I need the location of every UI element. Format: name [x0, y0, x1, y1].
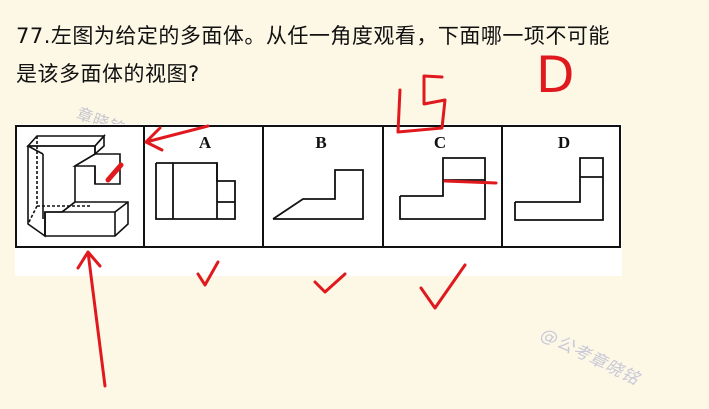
view-c: [399, 157, 486, 220]
option-label-a[interactable]: A: [190, 133, 220, 153]
view-a: [155, 162, 236, 220]
question-line-2: 是该多面体的视图?: [16, 62, 200, 86]
option-label-d[interactable]: D: [549, 133, 579, 153]
view-d: [514, 157, 604, 221]
option-label-c[interactable]: C: [425, 133, 455, 153]
question-line-1: 77.左图为给定的多面体。从任一角度观看，下面哪一项不可能: [16, 24, 610, 48]
watermark-bottom-right: @公考章晓铭: [537, 324, 643, 390]
option-label-b[interactable]: B: [306, 133, 336, 153]
ink-check-b: [313, 272, 347, 294]
question-text: 77.左图为给定的多面体。从任一角度观看，下面哪一项不可能 是该多面体的视图?: [16, 17, 696, 93]
handwritten-answer: D: [536, 46, 575, 104]
view-b: [272, 169, 364, 220]
given-polyhedron: [26, 133, 129, 238]
